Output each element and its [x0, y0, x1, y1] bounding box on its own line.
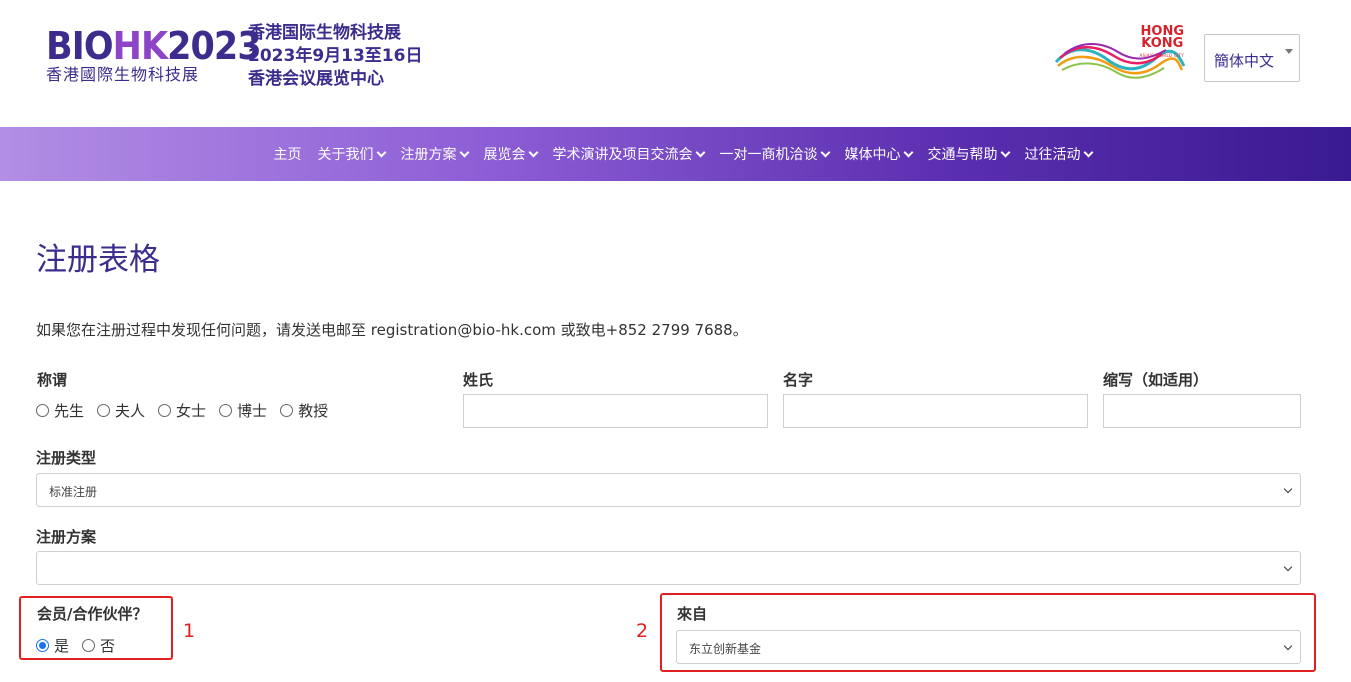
given-name-label: 名字 [783, 371, 814, 389]
chevron-down-icon [820, 147, 830, 157]
radio-label: 先生 [54, 402, 85, 420]
radio-button-icon[interactable] [82, 639, 96, 652]
nav-item-2[interactable]: 注册方案 [400, 144, 469, 164]
given-name-input[interactable] [783, 394, 1088, 428]
abbreviation-label: 缩写（如适用） [1103, 371, 1209, 389]
surname-input[interactable] [463, 394, 768, 428]
from-select[interactable]: 东立创新基金 [676, 630, 1301, 664]
reg-type-label: 注册类型 [36, 449, 97, 467]
chevron-down-icon [528, 147, 538, 157]
member-label: 会员/合作伙伴？ [37, 605, 148, 623]
reg-type-value: 标准注册 [49, 485, 98, 499]
radio-label: 女士 [176, 402, 207, 420]
reg-plan-label: 注册方案 [36, 528, 97, 546]
biohk-logo[interactable]: BIOHK2023 香港國際生物科技展 [46, 24, 262, 90]
event-venue: 香港会议展览中心 [248, 69, 384, 89]
logo-wordmark: BIOHK2023 [46, 24, 262, 68]
radio-label: 教授 [298, 402, 329, 420]
radio-label: 否 [100, 637, 116, 655]
language-label: 簡体中文 [1214, 52, 1275, 70]
radio-option[interactable]: 教授 [280, 400, 328, 421]
radio-button-icon[interactable] [36, 639, 49, 652]
from-label: 來自 [677, 605, 708, 623]
chevron-down-icon [903, 147, 913, 157]
nav-item-3[interactable]: 展览会 [483, 144, 538, 164]
radio-option[interactable]: 女士 [158, 400, 206, 421]
chevron-down-icon [1000, 147, 1010, 157]
chevron-down-icon [1283, 484, 1293, 494]
nav-item-label: 展览会 [483, 147, 526, 163]
event-info: 香港国际生物科技展 2023年9月13至16日 香港会议展览中心 [248, 22, 422, 91]
reg-type-select[interactable]: 标准注册 [36, 473, 1301, 507]
radio-button-icon[interactable] [97, 404, 111, 417]
brand-tagline: ASIA'S WORLD CITY [1139, 53, 1184, 58]
language-select[interactable]: 簡体中文 [1204, 34, 1300, 82]
annotation-number-2: 2 [636, 620, 649, 642]
radio-label: 博士 [237, 402, 268, 420]
nav-item-7[interactable]: 交通与帮助 [927, 144, 1010, 164]
radio-option[interactable]: 否 [82, 635, 115, 656]
radio-option[interactable]: 夫人 [97, 400, 145, 421]
caret-down-icon [1285, 49, 1293, 54]
page-title: 注册表格 [36, 242, 160, 278]
nav-item-label: 一对一商机洽谈 [719, 147, 818, 163]
nav-item-label: 交通与帮助 [927, 147, 998, 163]
reg-plan-select[interactable] [36, 551, 1301, 585]
nav-item-0[interactable]: 主页 [274, 144, 302, 164]
nav-item-5[interactable]: 一对一商机洽谈 [719, 144, 830, 164]
annotation-number-1: 1 [183, 620, 196, 642]
hong-kong-text: HONG KONG [1140, 24, 1184, 51]
salutation-label: 称谓 [37, 371, 68, 389]
event-title: 香港国际生物科技展 [248, 23, 401, 43]
nav-item-label: 过往活动 [1024, 147, 1081, 163]
nav-item-label: 主页 [273, 147, 302, 163]
event-date: 2023年9月13至16日 [248, 46, 423, 66]
site-header: BIOHK2023 香港國際生物科技展 香港国际生物科技展 2023年9月13至… [0, 0, 1351, 127]
nav-item-label: 学术演讲及项目交流会 [552, 147, 693, 163]
radio-button-icon[interactable] [158, 404, 172, 417]
member-radio-group: 是否 [36, 635, 128, 656]
radio-button-icon[interactable] [280, 404, 294, 417]
nav-item-label: 关于我们 [317, 147, 374, 163]
chevron-down-icon [1283, 562, 1293, 572]
nav-item-label: 媒体中心 [844, 147, 901, 163]
radio-option[interactable]: 是 [36, 635, 69, 656]
radio-option[interactable]: 先生 [36, 400, 84, 421]
surname-label: 姓氏 [463, 371, 494, 389]
hong-kong-brand-logo: HONG KONG ASIA'S WORLD CITY [1052, 24, 1188, 84]
main-nav: 主页 关于我们 注册方案 展览会 学术演讲及项目交流会 一对一商机洽谈 媒体中心 交通与帮助 过… [0, 127, 1351, 181]
from-value: 东立创新基金 [689, 642, 762, 656]
chevron-down-icon [376, 147, 386, 157]
nav-item-8[interactable]: 过往活动 [1024, 144, 1093, 164]
abbreviation-input[interactable] [1103, 394, 1301, 428]
nav-item-4[interactable]: 学术演讲及项目交流会 [552, 144, 705, 164]
intro-text: 如果您在注册过程中发现任何问题，请发送电邮至 registration@bio-… [36, 321, 748, 339]
nav-item-6[interactable]: 媒体中心 [844, 144, 913, 164]
radio-label: 是 [54, 637, 70, 655]
chevron-down-icon [1083, 147, 1093, 157]
radio-button-icon[interactable] [36, 404, 49, 417]
chevron-down-icon [459, 147, 469, 157]
radio-label: 夫人 [115, 402, 146, 420]
chevron-down-icon [695, 147, 705, 157]
chevron-down-icon [1283, 641, 1293, 651]
logo-subtitle: 香港國際生物科技展 [46, 65, 200, 84]
salutation-radio-group: 先生 夫人 女士 博士 教授 [36, 400, 341, 421]
radio-button-icon[interactable] [219, 404, 233, 417]
nav-item-label: 注册方案 [400, 147, 457, 163]
radio-option[interactable]: 博士 [219, 400, 267, 421]
nav-item-1[interactable]: 关于我们 [317, 144, 386, 164]
